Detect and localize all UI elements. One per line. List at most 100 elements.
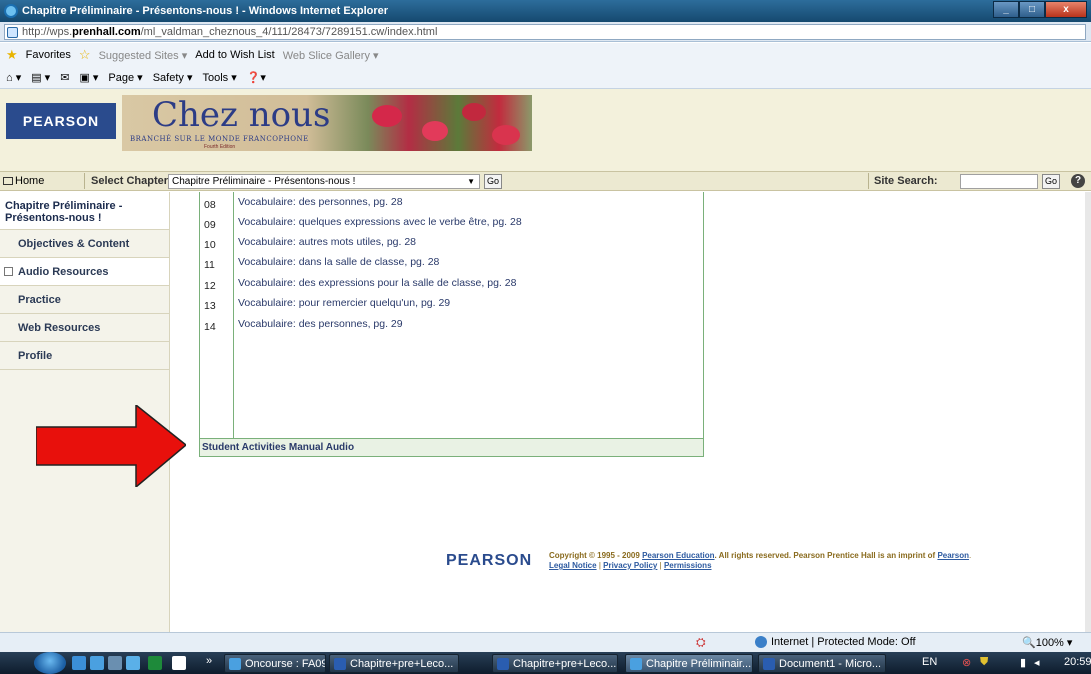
list-item[interactable]: 08 Vocabulaire: des personnes, pg. 28 [200,194,705,214]
app-quicklaunch-icon[interactable] [126,656,140,670]
list-item[interactable]: 10 Vocabulaire: autres mots utiles, pg. … [200,234,705,254]
legal-notice-link[interactable]: Legal Notice [549,561,597,570]
close-button[interactable]: x [1045,1,1087,18]
security-zone[interactable]: Internet | Protected Mode: Off [755,636,916,648]
language-indicator[interactable]: EN [922,656,937,668]
word-icon [497,657,509,670]
privacy-policy-link[interactable]: Privacy Policy [603,561,657,570]
flower-decoration [492,125,520,145]
suggested-sites-link[interactable]: Suggested Sites ▾ [99,49,188,62]
list-item[interactable]: 13 Vocabulaire: pour remercier quelqu'un… [200,295,705,315]
ie-logo-icon [4,4,18,18]
tray-shield-icon[interactable]: ⛊ [980,656,988,669]
print-icon[interactable]: ▣ ▾ [79,71,98,84]
security-zone-label: Internet | Protected Mode: Off [771,636,916,648]
permissions-link[interactable]: Permissions [664,561,712,570]
pearson-education-link[interactable]: Pearson Education [642,551,714,560]
list-item[interactable]: 11 Vocabulaire: dans la salle de classe,… [200,254,705,274]
tray-alert-icon[interactable]: ⊗ [962,656,971,669]
list-item[interactable]: 09 Vocabulaire: quelques expressions ave… [200,214,705,234]
maximize-button[interactable]: □ [1019,1,1045,18]
sidebar-item-audio-resources[interactable]: Audio Resources [0,258,169,286]
taskbar-item-label: Chapitre Préliminair... [646,657,752,670]
taskbar-item-word-1[interactable]: Chapitre+pre+Leco... [329,654,459,673]
search-go-button[interactable]: Go [1042,174,1060,189]
track-number: 09 [204,219,216,231]
start-button[interactable] [34,652,66,674]
track-title[interactable]: Vocabulaire: des personnes, pg. 28 [238,196,403,208]
url-field[interactable]: http://wps. prenhall.com/ml_valdman_chezn… [4,24,1086,40]
track-title[interactable]: Vocabulaire: quelques expressions avec l… [238,216,522,228]
mail-icon[interactable]: ✉ [60,71,69,84]
home-icon[interactable]: ⌂ ▾ [6,71,21,84]
favorites-star-icon[interactable]: ★ [6,47,18,63]
app-quicklaunch-icon[interactable] [148,656,162,670]
nav-divider [868,173,869,189]
wish-list-link[interactable]: Add to Wish List [195,49,274,61]
sidebar-chapter-title[interactable]: Chapitre Préliminaire - Présentons-nous … [0,192,169,230]
taskbar-clock[interactable]: 20:59 [1064,656,1091,668]
flower-decoration [422,121,448,141]
add-favorite-icon[interactable]: ☆ [79,47,91,63]
sidebar-item-objectives[interactable]: Objectives & Content [0,230,169,258]
url-domain: prenhall.com [72,26,141,38]
track-number: 13 [204,300,216,312]
track-title[interactable]: Vocabulaire: pour remercier quelqu'un, p… [238,297,450,309]
track-title[interactable]: Vocabulaire: des personnes, pg. 29 [238,318,403,330]
sidebar-item-web-resources[interactable]: Web Resources [0,314,169,342]
track-number: 08 [204,199,216,211]
taskbar-item-oncourse[interactable]: Oncourse : FA09 BL ... [224,654,326,673]
pearson-link[interactable]: Pearson [937,551,969,560]
sidebar-item-practice[interactable]: Practice [0,286,169,314]
site-search-input[interactable] [960,174,1038,189]
chevron-down-icon: ▼ [467,177,475,186]
tools-menu[interactable]: Tools ▾ [202,71,236,84]
window-controls: _ □ x [993,1,1087,18]
copyright-notice: Copyright © 1995 - 2009 Pearson Educatio… [549,551,1069,571]
page-scrollbar[interactable] [1085,192,1091,632]
feeds-icon[interactable]: ▤ ▾ [31,71,50,84]
sidebar-item-profile[interactable]: Profile [0,342,169,370]
chapter-select[interactable]: Chapitre Préliminaire - Présentons-nous … [168,174,480,189]
web-slice-gallery-link[interactable]: Web Slice Gallery ▾ [283,49,379,62]
track-title[interactable]: Vocabulaire: dans la salle de classe, pg… [238,256,439,268]
track-title[interactable]: Vocabulaire: des expressions pour la sal… [238,277,516,289]
address-bar: http://wps. prenhall.com/ml_valdman_chezn… [0,22,1091,42]
ie-icon [229,657,241,670]
zoom-level[interactable]: 🔍100% ▾ [1022,636,1072,649]
list-item[interactable]: 14 Vocabulaire: des personnes, pg. 29 [200,316,705,336]
chapter-select-value: Chapitre Préliminaire - Présentons-nous … [172,176,356,187]
taskbar-item-ie-active[interactable]: Chapitre Préliminair... [625,654,753,673]
home-icon [3,177,13,185]
track-number: 10 [204,239,216,251]
footer-pearson-logo[interactable]: PEARSON [446,552,532,570]
tray-volume-icon[interactable]: ◂ [1034,656,1040,669]
tray-network-icon[interactable]: ▮ [1020,656,1026,669]
app-quicklaunch-icon[interactable] [90,656,104,670]
home-link[interactable]: Home [3,175,44,187]
more-quicklaunch-icon[interactable]: » [206,655,212,667]
favorites-button[interactable]: Favorites [26,49,71,61]
list-item[interactable]: 12 Vocabulaire: des expressions pour la … [200,275,705,295]
security-icon[interactable]: ⛭ [696,635,706,650]
page-menu[interactable]: Page ▾ [108,71,142,84]
word-icon [334,657,346,670]
copyright-mid: . All rights reserved. Pearson Prentice … [714,551,936,560]
help-icon[interactable]: ? [1071,174,1085,188]
flower-decoration [372,105,402,127]
taskbar-item-label: Oncourse : FA09 BL ... [245,657,326,670]
ie-quicklaunch-icon[interactable] [72,656,86,670]
taskbar-item-word-2[interactable]: Chapitre+pre+Leco... [492,654,618,673]
taskbar-item-document1[interactable]: Document1 - Micro... [758,654,886,673]
track-title[interactable]: Vocabulaire: autres mots utiles, pg. 28 [238,236,416,248]
favorites-bar: ★ Favorites ☆ Suggested Sites ▾ Add to W… [0,43,1091,67]
pearson-logo[interactable]: PEARSON [6,103,116,139]
app-quicklaunch-icon[interactable] [172,656,186,670]
minimize-button[interactable]: _ [993,1,1019,18]
nav-divider [84,173,85,189]
chapter-go-button[interactable]: Go [484,174,502,189]
desktop-quicklaunch-icon[interactable] [108,656,122,670]
word-icon [763,657,775,670]
safety-menu[interactable]: Safety ▾ [153,71,193,84]
help-menu[interactable]: ❓▾ [247,71,266,84]
